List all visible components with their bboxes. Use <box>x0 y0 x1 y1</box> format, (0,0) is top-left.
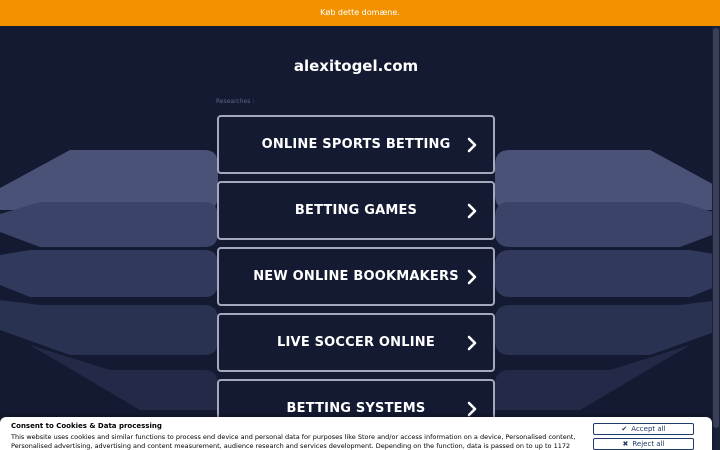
chevron-right-icon <box>467 137 477 152</box>
cookie-description: This website uses cookies and similar fu… <box>11 433 576 450</box>
x-icon: ✖ <box>622 440 629 448</box>
link-new-online-bookmakers[interactable]: NEW ONLINE BOOKMAKERS <box>217 247 495 306</box>
link-live-soccer-online[interactable]: LIVE SOCCER ONLINE <box>217 313 495 372</box>
link-label: NEW ONLINE BOOKMAKERS <box>253 269 459 284</box>
chevron-right-icon <box>467 269 477 284</box>
reject-all-button[interactable]: ✖ Reject all <box>593 438 694 450</box>
cookie-title: Consent to Cookies & Data processing <box>11 422 162 430</box>
link-label: ONLINE SPORTS BETTING <box>261 137 451 152</box>
researches-label: Researches : <box>216 98 255 105</box>
chevron-right-icon <box>467 401 477 416</box>
link-online-sports-betting[interactable]: ONLINE SPORTS BETTING <box>217 115 495 174</box>
domain-title: alexitogel.com <box>293 57 419 75</box>
cookie-consent-panel: Consent to Cookies & Data processing Thi… <box>0 417 712 450</box>
chevron-right-icon <box>467 335 477 350</box>
link-label: LIVE SOCCER ONLINE <box>277 335 435 350</box>
check-icon: ✔ <box>621 425 628 433</box>
link-label: BETTING SYSTEMS <box>286 401 426 416</box>
accept-all-label: Accept all <box>631 425 666 433</box>
reject-all-label: Reject all <box>632 440 665 448</box>
link-betting-games[interactable]: BETTING GAMES <box>217 181 495 240</box>
buy-domain-banner[interactable]: Køb dette domæne. <box>0 0 720 26</box>
chevron-right-icon <box>467 203 477 218</box>
link-label: BETTING GAMES <box>294 203 418 218</box>
scrollbar-thumb[interactable] <box>713 28 719 428</box>
scrollbar[interactable] <box>712 26 720 450</box>
accept-all-button[interactable]: ✔ Accept all <box>593 423 694 435</box>
